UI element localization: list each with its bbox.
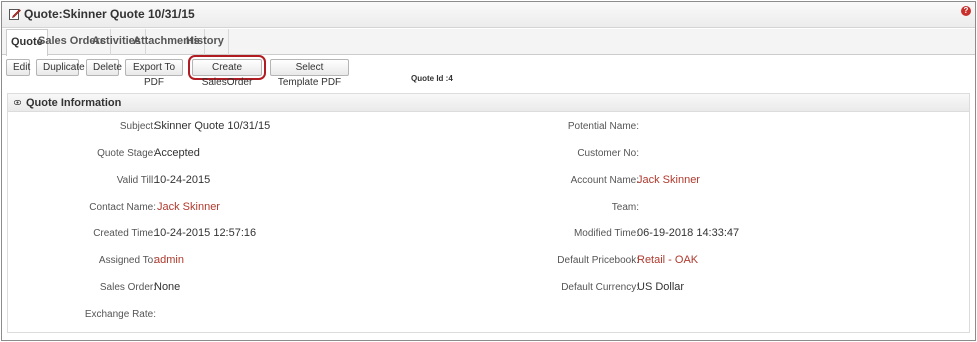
action-toolbar: Edit Duplicate Delete Export To PDF Crea…: [2, 55, 975, 90]
quote-id-label: Quote Id :4: [411, 74, 453, 83]
customer-no-label: Customer No:: [577, 148, 639, 159]
select-template-pdf-button[interactable]: Select Template PDF: [270, 59, 349, 88]
modified-time-value: 06-19-2018 14:33:47: [637, 227, 740, 239]
edit-icon: [9, 9, 21, 20]
default-currency-label: Default Currency:: [561, 282, 639, 293]
account-name-label: Account Name:: [570, 175, 639, 186]
quote-detail-window: Quote:Skinner Quote 10/31/15 ? Quote Sal…: [1, 1, 976, 341]
eye-icon: [14, 100, 21, 105]
tab-history[interactable]: History: [182, 29, 229, 55]
title-bar: Quote:Skinner Quote 10/31/15 ?: [2, 2, 975, 28]
section-header[interactable]: Quote Information: [8, 94, 969, 112]
account-name-link[interactable]: Jack Skinner: [637, 174, 700, 186]
default-pricebook-link[interactable]: Retail - OAK: [637, 254, 698, 266]
section-title: Quote Information: [26, 97, 122, 109]
exchange-rate-label: Exchange Rate:: [84, 309, 156, 320]
duplicate-button[interactable]: Duplicate: [36, 59, 85, 76]
edit-button[interactable]: Edit: [6, 59, 30, 76]
tab-bar: Quote Sales Orders Activities Attachment…: [2, 29, 975, 56]
page-title: Quote:Skinner Quote 10/31/15: [24, 7, 195, 21]
delete-button[interactable]: Delete: [86, 59, 122, 76]
default-pricebook-label: Default Pricebook:: [557, 255, 639, 266]
quote-information-panel: Quote Information Subject: Skinner Quote…: [7, 93, 970, 333]
team-label: Team:: [611, 202, 639, 213]
modified-time-label: Modified Time:: [573, 228, 639, 239]
default-currency-value: US Dollar: [637, 281, 685, 293]
create-salesorder-button[interactable]: Create SalesOrder: [192, 59, 262, 88]
potential-name-label: Potential Name:: [567, 121, 639, 132]
export-pdf-button[interactable]: Export To PDF: [125, 59, 183, 88]
help-icon[interactable]: ?: [961, 6, 971, 16]
